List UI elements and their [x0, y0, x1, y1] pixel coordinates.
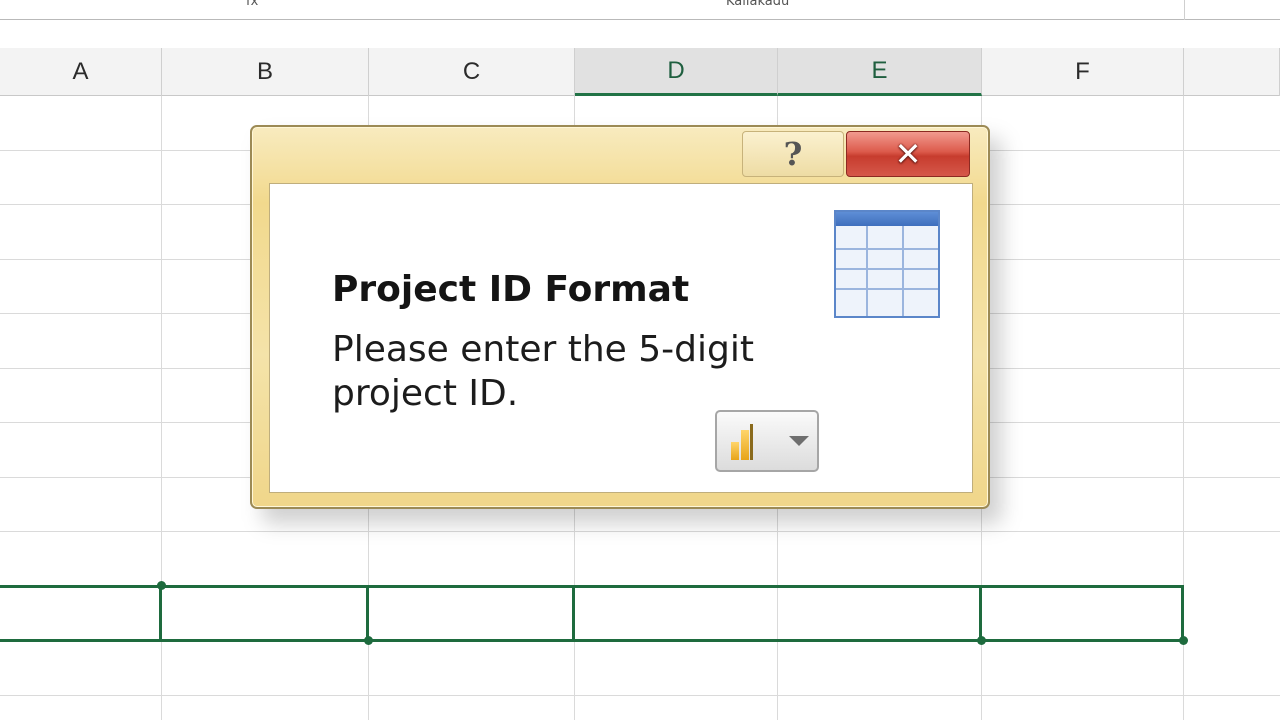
selected-cell-divider [159, 585, 162, 642]
close-button[interactable]: ✕ [846, 131, 970, 177]
input-message-dialog: ? ✕ Project ID Format Please enter the 5… [250, 125, 990, 509]
table-grid-icon [834, 210, 940, 318]
column-header-e[interactable]: E [778, 48, 982, 96]
table-icon-row-line [836, 288, 938, 290]
chart-icon-stem [750, 424, 753, 460]
gridline-horizontal [0, 531, 1280, 532]
column-header-d[interactable]: D [575, 48, 778, 96]
column-header-a[interactable]: A [0, 48, 162, 96]
table-icon-row-line [836, 248, 938, 250]
table-icon-col-line [902, 226, 904, 316]
help-icon: ? [783, 135, 803, 173]
selection-handle[interactable] [364, 636, 373, 645]
close-icon: ✕ [894, 135, 922, 173]
help-button[interactable]: ? [742, 131, 844, 177]
formula-bar-right-text: Kaliakadu [726, 0, 790, 9]
formula-bar-divider [1184, 0, 1185, 20]
formula-bar-left-text: fx [246, 0, 259, 9]
selected-row-range[interactable] [0, 585, 1184, 642]
dialog-title: Project ID Format [332, 269, 690, 310]
gridline-horizontal [0, 695, 1280, 696]
selection-handle[interactable] [1179, 636, 1188, 645]
chart-icon-bar [731, 442, 739, 460]
selection-handle[interactable] [157, 581, 166, 590]
table-icon-col-line [866, 226, 868, 316]
chart-dropdown-button[interactable] [715, 410, 819, 472]
dialog-message: Please enter the 5-digit project ID. [332, 329, 754, 414]
column-header-c[interactable]: C [369, 48, 575, 96]
column-header-row: A B C D E F [0, 48, 1280, 96]
column-header-g[interactable] [1184, 48, 1280, 96]
dialog-content: Project ID Format Please enter the 5-dig… [269, 183, 973, 493]
table-icon-row-line [836, 268, 938, 270]
chevron-down-icon [789, 436, 809, 446]
chart-icon-bar [741, 430, 749, 460]
table-icon-header [836, 212, 938, 226]
dialog-titlebar[interactable]: ? ✕ [252, 127, 988, 183]
selected-cell-divider [366, 585, 369, 642]
column-header-f[interactable]: F [982, 48, 1184, 96]
column-header-b[interactable]: B [162, 48, 369, 96]
selection-handle[interactable] [977, 636, 986, 645]
selected-cell-divider [979, 585, 982, 642]
formula-bar: fx Kaliakadu [0, 0, 1280, 20]
selected-cell-divider [572, 585, 575, 642]
selected-range-edge [1181, 585, 1184, 642]
